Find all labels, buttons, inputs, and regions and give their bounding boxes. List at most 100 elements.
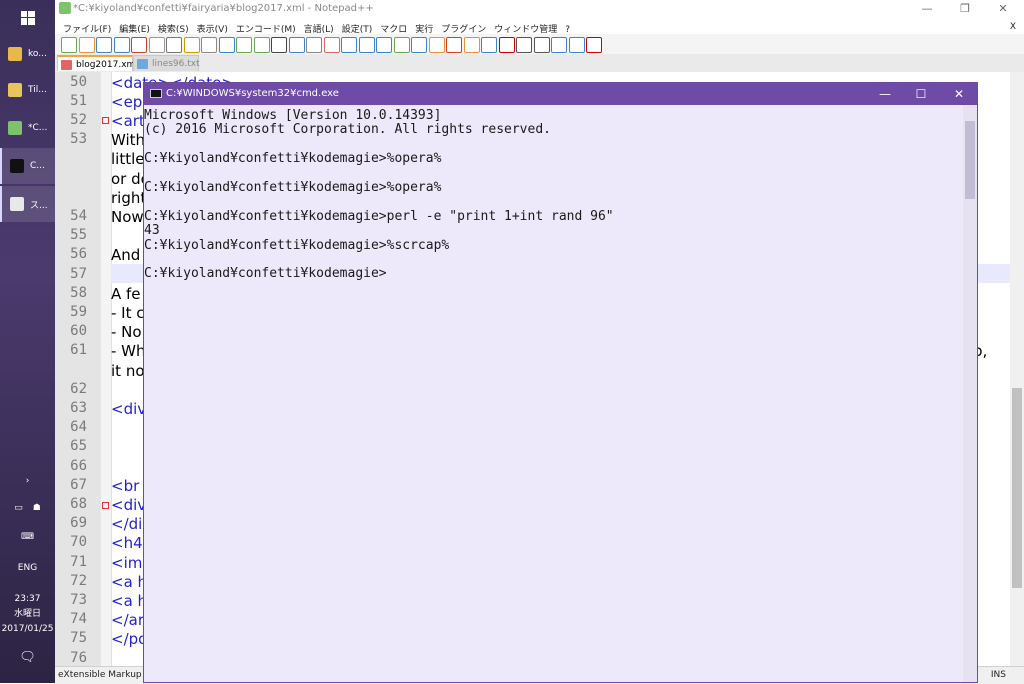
taskbar-app-label: ス...: [30, 200, 48, 211]
taskbar-app-4[interactable]: ス...: [0, 186, 55, 222]
toolbar-button-icon[interactable]: [586, 37, 602, 53]
toolbar-button-icon[interactable]: [463, 37, 480, 53]
toolbar-button-icon[interactable]: [183, 37, 200, 53]
toolbar-button-icon[interactable]: [148, 37, 165, 53]
taskbar: ko... Til... *C... C... ス... › ▭ ☗ ⌨ ENG 23:…: [0, 0, 55, 683]
taskbar-app-label: Til...: [28, 85, 47, 95]
line-number: 68: [70, 496, 87, 512]
code-line: With: [111, 131, 146, 149]
network-icon[interactable]: ▭: [14, 503, 23, 513]
toolbar-button-icon[interactable]: [96, 37, 112, 53]
code-line: <art: [111, 112, 145, 130]
toolbar-button-icon[interactable]: [131, 37, 147, 53]
npp-tabbar: blog2017.xml lines96.txt: [55, 54, 1024, 73]
line-number-gutter: 50 51 52 53 54 55 56 57 58 59 60 61 62 63 64 65 66 67 68 69…: [55, 72, 101, 666]
show-more-chevron-icon[interactable]: ›: [0, 476, 55, 486]
windows-logo-icon: [20, 11, 35, 25]
toolbar-button-icon[interactable]: [306, 37, 322, 53]
console-line: C:¥kiyoland¥confetti¥kodemagie>: [144, 266, 387, 282]
toolbar-button-icon[interactable]: [271, 37, 287, 53]
toolbar-button-icon[interactable]: [236, 37, 252, 53]
keyboard-icon[interactable]: ⌨: [0, 532, 55, 542]
tab-0[interactable]: blog2017.xml: [57, 55, 138, 71]
npp-titlebar[interactable]: *C:¥kiyoland¥confetti¥fairyaria¥blog2017…: [55, 0, 1024, 18]
cmd-minimize-button[interactable]: —: [866, 83, 904, 105]
code-line: <im: [111, 554, 143, 572]
line-number: 53: [70, 131, 87, 147]
tab-label: blog2017.xml: [76, 60, 138, 70]
input-language[interactable]: ENG: [0, 563, 55, 573]
line-number: 56: [70, 246, 87, 262]
line-number: 64: [70, 419, 87, 435]
code-line: </ar: [111, 611, 144, 629]
toolbar-button-icon[interactable]: [551, 37, 567, 53]
tab-1[interactable]: lines96.txt: [133, 55, 200, 71]
line-number: 71: [70, 554, 87, 570]
taskbar-app-label: *C...: [28, 123, 48, 133]
line-number: 74: [70, 611, 87, 627]
start-button[interactable]: [0, 0, 55, 36]
toolbar-button-icon[interactable]: [201, 37, 217, 53]
line-number: 57: [70, 266, 87, 282]
console-line: C:¥kiyoland¥confetti¥kodemagie>perl -e "…: [144, 208, 614, 224]
npp-minimize-button[interactable]: —: [909, 0, 945, 18]
toolbar-button-icon[interactable]: [411, 37, 427, 53]
cmd-maximize-button[interactable]: ☐: [902, 83, 940, 105]
code-line: right: [111, 189, 147, 207]
cmd-window: C:¥WINDOWS¥system32¥cmd.exe — ☐ ✕ Micros…: [143, 82, 978, 683]
toolbar-button-icon[interactable]: [393, 37, 410, 53]
toolbar-button-icon[interactable]: [498, 37, 515, 53]
toolbar-button-icon[interactable]: [61, 37, 77, 53]
npp-restore-button[interactable]: ❐: [947, 0, 983, 18]
code-line: <epi: [111, 93, 147, 111]
toolbar-button-icon[interactable]: [288, 37, 305, 53]
line-number: 70: [70, 534, 87, 550]
toolbar-button-icon[interactable]: [533, 37, 550, 53]
toolbar-button-icon[interactable]: [341, 37, 357, 53]
toolbar-button-icon[interactable]: [218, 37, 235, 53]
toolbar-button-icon[interactable]: [446, 37, 462, 53]
fold-marker-icon[interactable]: [102, 117, 109, 124]
line-number: 52: [70, 112, 87, 128]
toolbar-button-icon[interactable]: [323, 37, 340, 53]
tray-icons: ▭ ☗: [0, 503, 55, 513]
toolbar-button-icon[interactable]: [376, 37, 392, 53]
toolbar-button-icon[interactable]: [358, 37, 375, 53]
editor-vertical-scrollbar[interactable]: [1010, 72, 1024, 666]
toolbar-button-icon[interactable]: [78, 37, 95, 53]
toolbar-button-icon[interactable]: [481, 37, 497, 53]
fold-marker-icon[interactable]: [102, 502, 109, 509]
npp-menubar: ファイル(F) 編集(E) 検索(S) 表示(V) エンコード(M) 言語(L) 設定(T)…: [55, 18, 1024, 35]
npp-close-button[interactable]: ✕: [985, 0, 1021, 18]
taskbar-app-1[interactable]: Til...: [0, 72, 55, 108]
menu-close-button[interactable]: X: [1006, 20, 1020, 34]
line-number: 50: [70, 74, 87, 90]
code-line: <a h: [111, 573, 148, 591]
toolbar-button-icon[interactable]: [253, 37, 270, 53]
console-output[interactable]: Microsoft Windows [Version 10.0.14393] (c…: [144, 105, 963, 682]
notification-icon[interactable]: 🗨: [0, 650, 55, 665]
cmd-close-button[interactable]: ✕: [940, 83, 978, 105]
cmd-titlebar[interactable]: C:¥WINDOWS¥system32¥cmd.exe — ☐ ✕: [144, 83, 977, 105]
security-icon[interactable]: ☗: [33, 503, 41, 513]
clock[interactable]: 23:37 水曜日 2017/01/25: [0, 592, 55, 637]
taskbar-app-3[interactable]: C...: [0, 148, 55, 184]
npp-app-icon: [59, 2, 71, 14]
toolbar-button-icon[interactable]: [568, 37, 585, 53]
toolbar-button-icon[interactable]: [428, 37, 445, 53]
cmd-vertical-scrollbar[interactable]: [963, 105, 977, 682]
toolbar-button-icon[interactable]: [166, 37, 182, 53]
app-icon: [8, 121, 22, 135]
line-number: 66: [70, 458, 87, 474]
console-icon: [150, 89, 162, 98]
editor-scroll-thumb[interactable]: [1012, 388, 1022, 588]
taskbar-app-0[interactable]: ko...: [0, 36, 55, 72]
line-number: 69: [70, 515, 87, 531]
taskbar-app-2[interactable]: *C...: [0, 110, 55, 146]
cmd-scroll-thumb[interactable]: [965, 121, 975, 199]
taskbar-app-label: C...: [30, 161, 45, 171]
line-number: 75: [70, 630, 87, 646]
line-number: 76: [70, 650, 87, 666]
toolbar-button-icon[interactable]: [113, 37, 130, 53]
toolbar-button-icon[interactable]: [516, 37, 532, 53]
